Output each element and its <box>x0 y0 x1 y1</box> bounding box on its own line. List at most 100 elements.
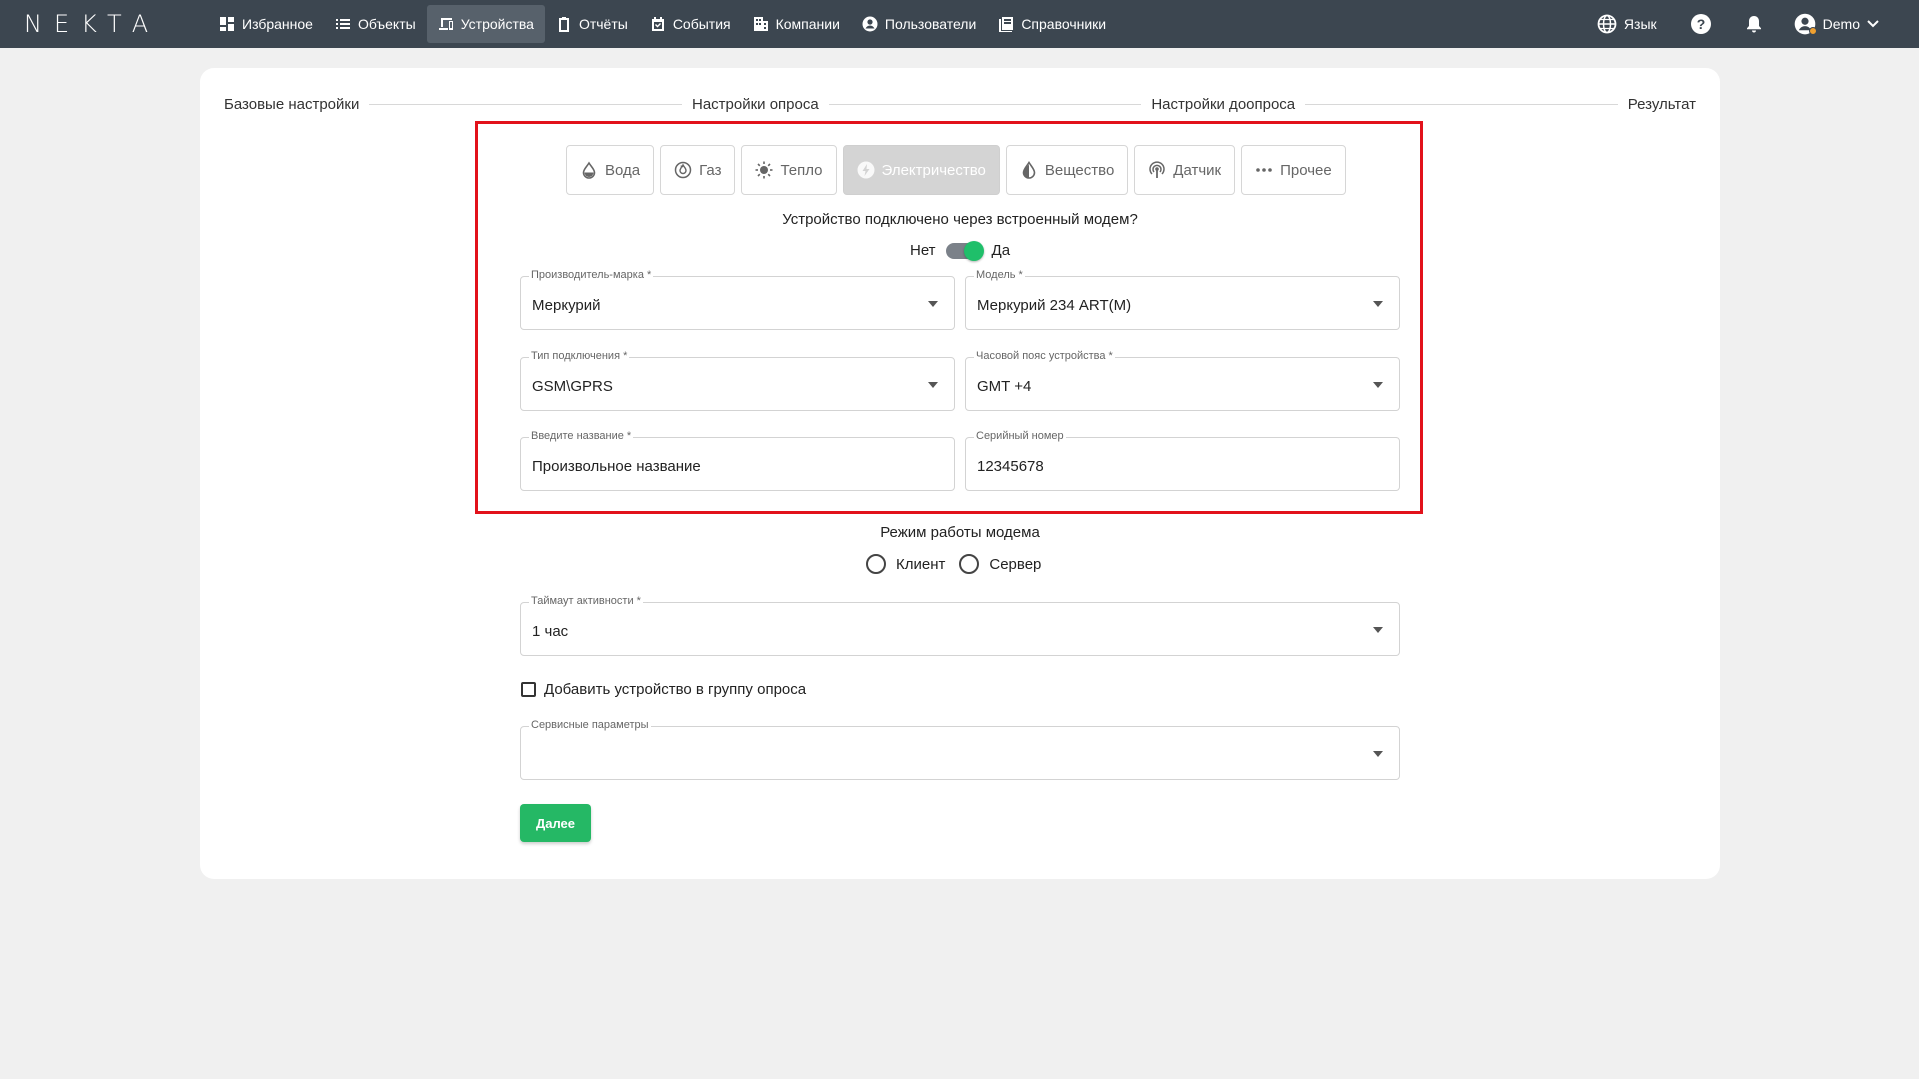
step-repoll-settings: Настройки доопроса <box>1151 95 1296 113</box>
modem-toggle-row: Нет Да <box>910 240 1011 261</box>
connection-type-select[interactable]: Тип подключения * GSM\GPRS <box>520 350 955 411</box>
user-circle-icon <box>862 16 878 32</box>
nav-item-label: Избранное <box>242 16 313 32</box>
contrast-drop-icon <box>1022 161 1036 179</box>
switch-knob <box>963 240 984 261</box>
language-selector[interactable]: Язык <box>1597 14 1657 34</box>
nav-item-events[interactable]: События <box>639 5 742 43</box>
step-poll-settings: Настройки опроса <box>691 95 819 113</box>
category-label: Газ <box>699 161 722 179</box>
checkbox-box <box>521 682 536 697</box>
model-select[interactable]: Модель * Меркурий 234 ART(M) <box>965 269 1400 330</box>
add-to-poll-group-checkbox[interactable]: Добавить устройство в группу опроса <box>521 681 806 698</box>
dropdown-arrow-icon <box>928 382 938 388</box>
category-heat[interactable]: Тепло <box>741 145 837 195</box>
field-label: Часовой пояс устройства * <box>974 350 1115 362</box>
dashboard-icon <box>220 17 234 31</box>
dropdown-arrow-icon <box>1373 382 1383 388</box>
user-menu[interactable]: Demo <box>1794 13 1879 35</box>
nav-item-objects[interactable]: Объекты <box>324 5 427 43</box>
field-label: Введите название * <box>529 430 634 442</box>
category-water[interactable]: Вода <box>566 145 655 195</box>
field-value: 1 час <box>532 623 569 640</box>
nav-item-label: Справочники <box>1021 16 1107 32</box>
device-name-input[interactable]: Введите название * Произвольное название <box>520 430 955 491</box>
category-label: Электричество <box>881 161 986 179</box>
toggle-yes-label: Да <box>991 242 1011 259</box>
building-icon <box>753 17 768 31</box>
serial-number-input[interactable]: Серийный номер 12345678 <box>965 430 1400 491</box>
nav-item-label: Отчёты <box>578 16 628 32</box>
nav-item-label: События <box>672 16 731 32</box>
service-params-select[interactable]: Сервисные параметры <box>520 719 1400 780</box>
step-result: Результат <box>1627 95 1697 113</box>
field-label: Серийный номер <box>974 430 1066 442</box>
modem-switch[interactable] <box>945 240 984 261</box>
field-value: Меркурий 234 ART(M) <box>977 297 1132 314</box>
book-icon <box>999 17 1014 32</box>
nav-item-reports[interactable]: Отчёты <box>545 5 639 43</box>
radio-server[interactable]: Сервер <box>959 554 1041 574</box>
top-navbar: NEKTA Избранное Объекты Устройства Отчёт… <box>0 0 1919 48</box>
help-icon: ? <box>1690 14 1711 34</box>
modem-mode-title: Режим работы модема <box>880 524 1040 541</box>
nav-item-references[interactable]: Справочники <box>987 5 1117 43</box>
next-button[interactable]: Далее <box>520 804 591 842</box>
gas-flame-icon <box>674 161 692 179</box>
toggle-no-label: Нет <box>910 242 936 259</box>
nav-item-users[interactable]: Пользователи <box>851 5 987 43</box>
field-value: 12345678 <box>977 458 1044 475</box>
radio-circle <box>959 554 980 574</box>
language-label: Язык <box>1623 16 1657 32</box>
nav-item-label: Устройства <box>460 16 534 32</box>
category-other[interactable]: Прочее <box>1241 145 1346 195</box>
resource-category-tabs: Вода Газ Тепло Электричество Вещество Да… <box>566 145 1346 195</box>
activity-timeout-select[interactable]: Таймаут активности * 1 час <box>520 595 1400 656</box>
help-button[interactable]: ? <box>1690 13 1712 35</box>
sun-icon <box>755 161 773 179</box>
field-value: Произвольное название <box>532 458 701 475</box>
field-label: Производитель-марка * <box>529 269 654 281</box>
field-value: GSM\GPRS <box>532 378 613 395</box>
lightning-icon <box>857 161 875 179</box>
modem-question: Устройство подключено через встроенный м… <box>782 211 1138 228</box>
category-label: Тепло <box>780 161 823 179</box>
step-basic-settings: Базовые настройки <box>224 95 360 113</box>
checkbox-label: Добавить устройство в группу опроса <box>544 681 807 698</box>
water-drop-icon <box>582 161 596 179</box>
nav-item-favorites[interactable]: Избранное <box>208 5 324 43</box>
modem-mode-radio-group: Клиент Сервер <box>866 554 1047 574</box>
radio-client[interactable]: Клиент <box>866 554 945 574</box>
field-value: Меркурий <box>532 297 601 314</box>
clipboard-icon <box>558 17 569 32</box>
user-name: Demo <box>1822 16 1860 32</box>
manufacturer-select[interactable]: Производитель-марка * Меркурий <box>520 269 955 330</box>
category-substance[interactable]: Вещество <box>1005 145 1129 195</box>
dropdown-arrow-icon <box>928 301 938 307</box>
devices-icon <box>438 18 453 30</box>
svg-text:?: ? <box>1696 16 1705 32</box>
category-electricity[interactable]: Электричество <box>842 145 1000 195</box>
nav-item-devices[interactable]: Устройства <box>426 5 545 43</box>
wizard-stepper: Базовые настройки Настройки опроса Настр… <box>224 94 1696 114</box>
category-label: Датчик <box>1173 161 1222 179</box>
category-gas[interactable]: Газ <box>660 145 736 195</box>
notifications-button[interactable] <box>1746 15 1762 33</box>
radio-label: Сервер <box>989 555 1042 573</box>
field-label: Таймаут активности * <box>529 595 643 607</box>
field-label: Тип подключения * <box>529 350 630 362</box>
dropdown-arrow-icon <box>1373 627 1383 633</box>
antenna-icon <box>1149 161 1165 178</box>
category-label: Прочее <box>1280 161 1332 179</box>
category-label: Вещество <box>1044 161 1115 179</box>
timezone-select[interactable]: Часовой пояс устройства * GMT +4 <box>965 350 1400 411</box>
category-sensor[interactable]: Датчик <box>1134 145 1236 195</box>
nav-item-companies[interactable]: Компании <box>742 5 851 43</box>
step-divider <box>1305 103 1618 105</box>
field-label: Модель * <box>974 269 1025 281</box>
field-label: Сервисные параметры <box>529 719 651 731</box>
nekta-logo[interactable]: NEKTA <box>24 10 184 38</box>
avatar <box>1794 13 1817 35</box>
step-divider <box>369 103 682 105</box>
nav-item-label: Компании <box>775 16 840 32</box>
